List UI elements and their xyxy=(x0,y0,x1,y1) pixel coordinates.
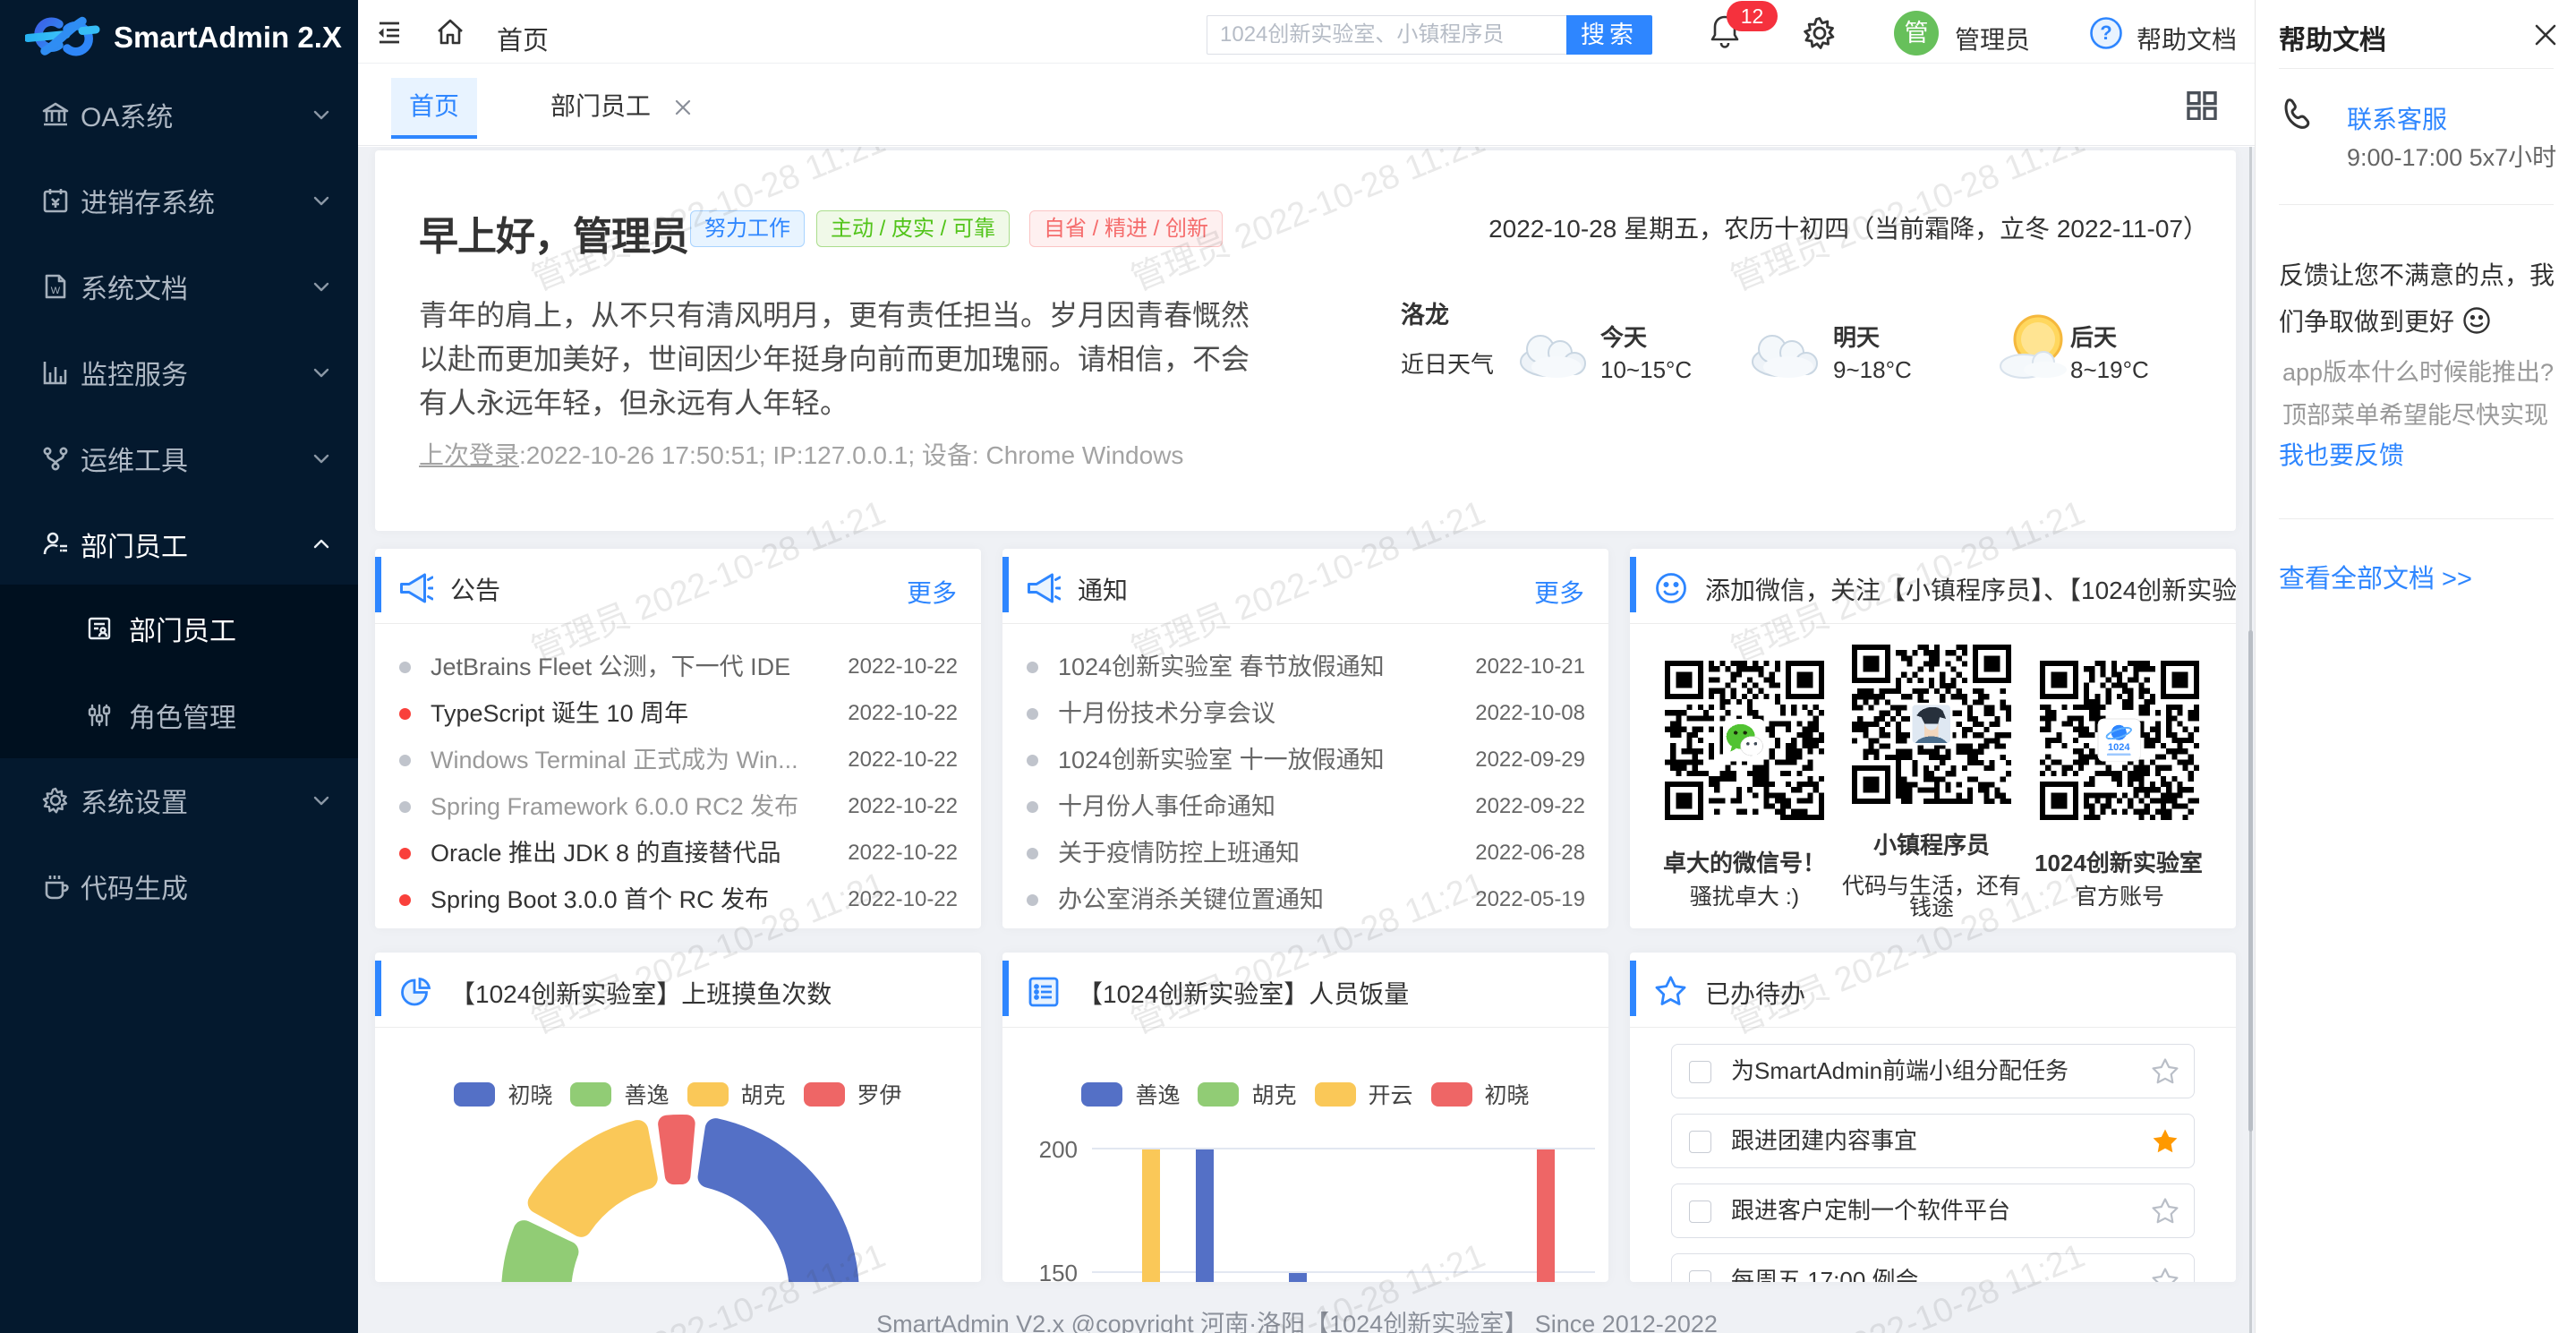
svg-text:1024: 1024 xyxy=(2108,742,2130,753)
svg-text:W: W xyxy=(51,286,61,296)
svg-text:?: ? xyxy=(2100,21,2111,44)
